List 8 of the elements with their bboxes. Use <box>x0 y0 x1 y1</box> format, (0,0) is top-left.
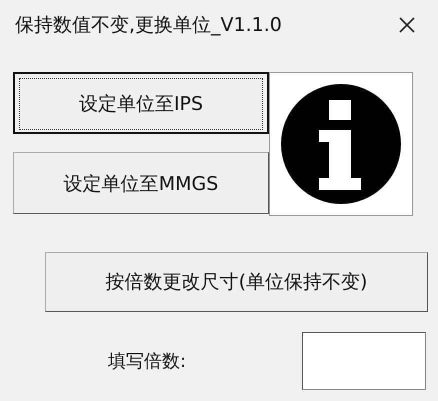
window-title: 保持数值不变,更换单位_V1.1.0 <box>15 13 282 38</box>
info-icon <box>279 82 403 206</box>
scale-button[interactable]: 按倍数更改尺寸(单位保持不变) <box>45 252 428 312</box>
close-icon[interactable] <box>398 16 416 34</box>
unit-button[interactable]: 设定单位至IPS <box>13 72 269 134</box>
input-field[interactable] <box>302 332 426 390</box>
field-label: 填写倍数: <box>108 350 188 373</box>
unit-button[interactable]: 设定单位至MMGS <box>13 152 269 214</box>
